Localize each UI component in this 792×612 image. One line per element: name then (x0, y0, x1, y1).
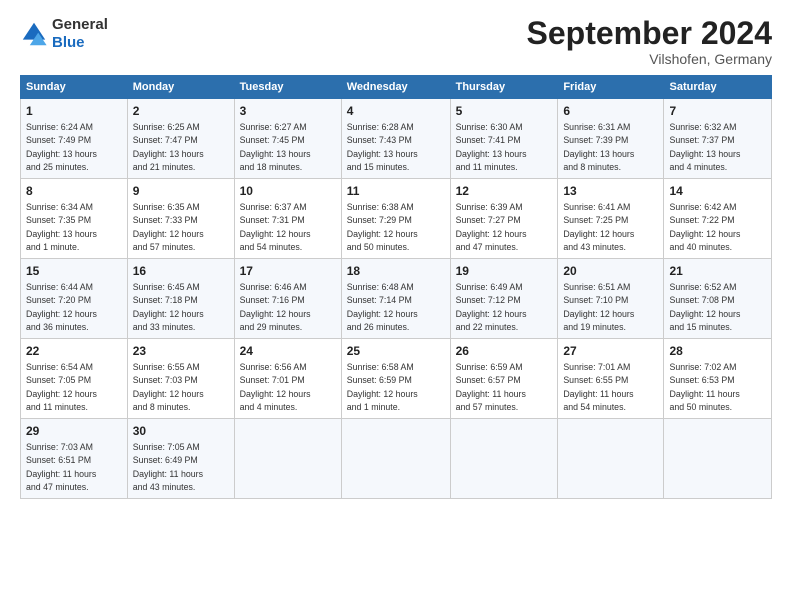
day-20: 20 Sunrise: 6:51 AMSunset: 7:10 PMDaylig… (558, 259, 664, 339)
day-24: 24 Sunrise: 6:56 AMSunset: 7:01 PMDaylig… (234, 339, 341, 419)
title-block: September 2024 Vilshofen, Germany (527, 16, 772, 67)
day-17: 17 Sunrise: 6:46 AMSunset: 7:16 PMDaylig… (234, 259, 341, 339)
header-sunday: Sunday (21, 76, 128, 99)
day-16: 16 Sunrise: 6:45 AMSunset: 7:18 PMDaylig… (127, 259, 234, 339)
day-4: 4 Sunrise: 6:28 AMSunset: 7:43 PMDayligh… (341, 99, 450, 179)
logo-text: General Blue (52, 16, 108, 52)
day-27: 27 Sunrise: 7:01 AMSunset: 6:55 PMDaylig… (558, 339, 664, 419)
weekday-header-row: Sunday Monday Tuesday Wednesday Thursday… (21, 76, 772, 99)
month-title: September 2024 (527, 16, 772, 51)
day-29: 29 Sunrise: 7:03 AMSunset: 6:51 PMDaylig… (21, 419, 128, 499)
day-10: 10 Sunrise: 6:37 AMSunset: 7:31 PMDaylig… (234, 179, 341, 259)
logo-blue: Blue (52, 34, 85, 51)
day-21: 21 Sunrise: 6:52 AMSunset: 7:08 PMDaylig… (664, 259, 772, 339)
week-row-4: 22 Sunrise: 6:54 AMSunset: 7:05 PMDaylig… (21, 339, 772, 419)
logo: General Blue (20, 16, 108, 52)
day-12: 12 Sunrise: 6:39 AMSunset: 7:27 PMDaylig… (450, 179, 558, 259)
day-15: 15 Sunrise: 6:44 AMSunset: 7:20 PMDaylig… (21, 259, 128, 339)
week-row-3: 15 Sunrise: 6:44 AMSunset: 7:20 PMDaylig… (21, 259, 772, 339)
header-tuesday: Tuesday (234, 76, 341, 99)
day-23: 23 Sunrise: 6:55 AMSunset: 7:03 PMDaylig… (127, 339, 234, 419)
empty-cell-4 (558, 419, 664, 499)
week-row-5: 29 Sunrise: 7:03 AMSunset: 6:51 PMDaylig… (21, 419, 772, 499)
day-8: 8 Sunrise: 6:34 AMSunset: 7:35 PMDayligh… (21, 179, 128, 259)
day-25: 25 Sunrise: 6:58 AMSunset: 6:59 PMDaylig… (341, 339, 450, 419)
day-11: 11 Sunrise: 6:38 AMSunset: 7:29 PMDaylig… (341, 179, 450, 259)
day-18: 18 Sunrise: 6:48 AMSunset: 7:14 PMDaylig… (341, 259, 450, 339)
week-row-1: 1 Sunrise: 6:24 AMSunset: 7:49 PMDayligh… (21, 99, 772, 179)
day-1: 1 Sunrise: 6:24 AMSunset: 7:49 PMDayligh… (21, 99, 128, 179)
day-9: 9 Sunrise: 6:35 AMSunset: 7:33 PMDayligh… (127, 179, 234, 259)
page: General Blue September 2024 Vilshofen, G… (0, 0, 792, 612)
header: General Blue September 2024 Vilshofen, G… (20, 16, 772, 67)
empty-cell-1 (234, 419, 341, 499)
location-subtitle: Vilshofen, Germany (527, 51, 772, 67)
day-7: 7 Sunrise: 6:32 AMSunset: 7:37 PMDayligh… (664, 99, 772, 179)
day-28: 28 Sunrise: 7:02 AMSunset: 6:53 PMDaylig… (664, 339, 772, 419)
day-5: 5 Sunrise: 6:30 AMSunset: 7:41 PMDayligh… (450, 99, 558, 179)
calendar-table: Sunday Monday Tuesday Wednesday Thursday… (20, 75, 772, 499)
empty-cell-3 (450, 419, 558, 499)
day-26: 26 Sunrise: 6:59 AMSunset: 6:57 PMDaylig… (450, 339, 558, 419)
header-wednesday: Wednesday (341, 76, 450, 99)
day-22: 22 Sunrise: 6:54 AMSunset: 7:05 PMDaylig… (21, 339, 128, 419)
header-friday: Friday (558, 76, 664, 99)
header-monday: Monday (127, 76, 234, 99)
day-3: 3 Sunrise: 6:27 AMSunset: 7:45 PMDayligh… (234, 99, 341, 179)
day-2: 2 Sunrise: 6:25 AMSunset: 7:47 PMDayligh… (127, 99, 234, 179)
header-saturday: Saturday (664, 76, 772, 99)
empty-cell-2 (341, 419, 450, 499)
day-14: 14 Sunrise: 6:42 AMSunset: 7:22 PMDaylig… (664, 179, 772, 259)
logo-general: General (52, 16, 108, 33)
header-thursday: Thursday (450, 76, 558, 99)
week-row-2: 8 Sunrise: 6:34 AMSunset: 7:35 PMDayligh… (21, 179, 772, 259)
day-30: 30 Sunrise: 7:05 AMSunset: 6:49 PMDaylig… (127, 419, 234, 499)
day-6: 6 Sunrise: 6:31 AMSunset: 7:39 PMDayligh… (558, 99, 664, 179)
day-19: 19 Sunrise: 6:49 AMSunset: 7:12 PMDaylig… (450, 259, 558, 339)
empty-cell-5 (664, 419, 772, 499)
logo-icon (20, 20, 48, 48)
day-13: 13 Sunrise: 6:41 AMSunset: 7:25 PMDaylig… (558, 179, 664, 259)
